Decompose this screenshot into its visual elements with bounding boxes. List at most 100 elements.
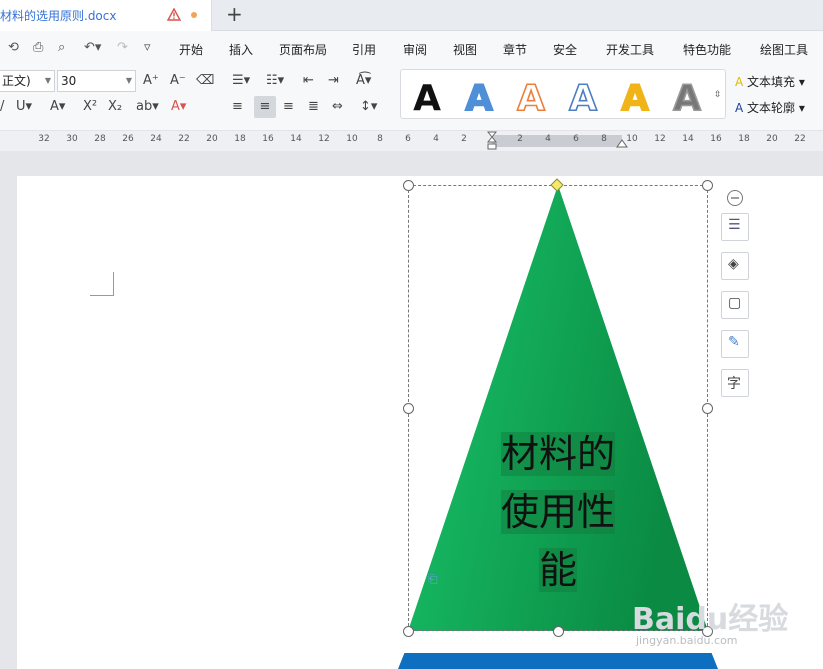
menu-view[interactable]: 视图 bbox=[453, 41, 477, 58]
chevron-down-icon: ▼ bbox=[125, 76, 132, 85]
word-art-style-1[interactable]: A bbox=[413, 78, 441, 119]
menu-drawing-tools[interactable]: 绘图工具 bbox=[760, 41, 808, 58]
ruler-tick-label: 8 bbox=[601, 134, 607, 144]
text-tools-button[interactable]: 字 bbox=[721, 369, 749, 397]
collapse-icon[interactable] bbox=[726, 189, 744, 207]
font-color-icon[interactable]: A▾ bbox=[171, 99, 186, 115]
resize-handle-bottom-left[interactable] bbox=[403, 626, 414, 637]
gallery-expand-icon[interactable]: ⇳ bbox=[714, 87, 722, 103]
text-direction-icon[interactable]: A͡▾ bbox=[356, 73, 371, 89]
align-center-icon[interactable]: ≡ bbox=[254, 96, 276, 118]
indent-marker-icon[interactable] bbox=[486, 131, 498, 151]
ruler-tick-label: 22 bbox=[794, 134, 806, 144]
word-art-style-2[interactable]: A bbox=[464, 77, 494, 120]
ruler-tick-label: 26 bbox=[122, 134, 134, 144]
ruler-tick-label: 16 bbox=[710, 134, 722, 144]
ruler-tick-label: 20 bbox=[206, 134, 218, 144]
justify-icon[interactable]: ≣ bbox=[308, 99, 319, 115]
resize-handle-right[interactable] bbox=[702, 403, 713, 414]
text-outline-label: 文本轮廓 bbox=[747, 101, 796, 115]
increase-font-size-icon[interactable]: A⁺ bbox=[143, 73, 159, 89]
font-name-select[interactable]: 正文) ▼ bbox=[0, 70, 55, 92]
print-preview-icon[interactable]: ⌕ bbox=[58, 40, 65, 56]
superscript-icon[interactable]: X² bbox=[83, 99, 97, 115]
horizontal-ruler[interactable]: 32 30 28 26 24 22 20 18 16 14 12 10 8 6 4 2 2 4 6 8 10 12 14 16… bbox=[0, 131, 823, 151]
text-outline-icon: A bbox=[735, 101, 744, 115]
numbered-list-icon[interactable]: ☷▾ bbox=[266, 73, 284, 89]
paragraph-corner-mark bbox=[90, 272, 114, 296]
menu-security[interactable]: 安全 bbox=[553, 41, 577, 58]
menu-section[interactable]: 章节 bbox=[503, 41, 527, 58]
warning-icon bbox=[167, 8, 181, 21]
clear-formatting-icon[interactable]: ⌫ bbox=[196, 73, 214, 89]
blue-trapezoid-shape[interactable] bbox=[398, 653, 718, 669]
align-right-icon[interactable]: ≡ bbox=[283, 99, 294, 115]
font-name-value: 正文) bbox=[2, 74, 31, 88]
watermark-brand: Baidu经验 bbox=[632, 602, 789, 637]
word-art-style-icons: AAAAAA bbox=[413, 77, 702, 120]
underline-icon[interactable]: U▾ bbox=[16, 99, 32, 115]
ruler-tick-label: 22 bbox=[178, 134, 190, 144]
resize-handle-bottom[interactable] bbox=[553, 626, 564, 637]
align-left-icon[interactable]: ≡ bbox=[232, 99, 243, 115]
ruler-tick-label: 6 bbox=[405, 134, 411, 144]
ruler-tick-label: 30 bbox=[66, 134, 78, 144]
ribbon-home: 正文) ▼ 30 ▼ A⁺ A⁻ ⌫ / U▾ A▾ X² X₂ ab▾ A▾ ☰▾… bbox=[0, 65, 823, 131]
menu-developer[interactable]: 开发工具 bbox=[606, 41, 654, 58]
resize-handle-top-right[interactable] bbox=[702, 180, 713, 191]
outline-icon: ▢ bbox=[728, 295, 742, 311]
tab-bar: 材料的选用原则.docx + bbox=[0, 0, 823, 31]
undo-icon[interactable]: ↶▾ bbox=[84, 40, 101, 56]
highlight-icon[interactable]: ab▾ bbox=[136, 99, 159, 115]
redo-icon[interactable]: ↷ bbox=[117, 40, 128, 56]
shape-outline-button[interactable]: ▢ bbox=[721, 291, 749, 319]
text-fill-icon: A bbox=[735, 75, 744, 89]
ruler-tick-label: 8 bbox=[377, 134, 383, 144]
resize-handle-left[interactable] bbox=[403, 403, 414, 414]
ruler-tick-label: 18 bbox=[738, 134, 750, 144]
menu-page-layout[interactable]: 页面布局 bbox=[279, 41, 327, 58]
menu-review[interactable]: 审阅 bbox=[403, 41, 427, 58]
decrease-font-size-icon[interactable]: A⁻ bbox=[170, 73, 186, 89]
menu-references[interactable]: 引用 bbox=[352, 41, 376, 58]
character-icon: 字 bbox=[727, 376, 741, 392]
ruler-tick-label: 4 bbox=[433, 134, 439, 144]
ruler-tick-label: 4 bbox=[545, 134, 551, 144]
word-art-style-5[interactable]: A bbox=[620, 77, 650, 120]
text-outline-button[interactable]: A 文本轮廓 ▾ bbox=[735, 99, 805, 116]
menu-insert[interactable]: 插入 bbox=[229, 41, 253, 58]
text-fill-button[interactable]: A 文本填充 ▾ bbox=[735, 73, 805, 90]
subscript-icon[interactable]: X₂ bbox=[108, 99, 122, 115]
word-art-style-4[interactable]: A bbox=[568, 77, 598, 120]
redo-format-icon[interactable]: ⟲ bbox=[8, 40, 19, 56]
shape-fill-button[interactable]: ◈ bbox=[721, 252, 749, 280]
resize-handle-top-left[interactable] bbox=[403, 180, 414, 191]
font-size-select[interactable]: 30 ▼ bbox=[57, 70, 136, 92]
document-tab[interactable]: 材料的选用原则.docx bbox=[0, 0, 212, 31]
ruler-tick-label: 2 bbox=[461, 134, 467, 144]
ruler-tick-label: 32 bbox=[38, 134, 50, 144]
selection-frame bbox=[408, 185, 708, 631]
shape-adjust-handle-icon[interactable] bbox=[550, 178, 564, 192]
increase-indent-icon[interactable]: ⇥ bbox=[328, 73, 339, 89]
line-spacing-icon[interactable]: ↕▾ bbox=[360, 99, 377, 115]
distributed-icon[interactable]: ⇔ bbox=[332, 99, 343, 115]
strikethrough-icon[interactable]: A▾ bbox=[50, 99, 65, 115]
menu-bar: ⟲ ⎙ ⌕ ↶▾ ↷ ▿ 开始 插入 页面布局 引用 审阅 视图 章节 安全 开… bbox=[0, 31, 823, 65]
ruler-tick-label: 6 bbox=[573, 134, 579, 144]
italic-icon[interactable]: / bbox=[0, 99, 4, 115]
word-art-style-3[interactable]: A bbox=[516, 77, 546, 120]
ruler-tick-label: 14 bbox=[290, 134, 302, 144]
right-indent-marker-icon[interactable] bbox=[616, 137, 628, 149]
print-icon[interactable]: ⎙ bbox=[33, 40, 43, 56]
decrease-indent-icon[interactable]: ⇤ bbox=[303, 73, 314, 89]
bullet-list-icon[interactable]: ☰▾ bbox=[232, 73, 250, 89]
new-tab-icon[interactable]: + bbox=[226, 4, 243, 24]
layout-options-button[interactable]: ☰ bbox=[721, 213, 749, 241]
menu-home[interactable]: 开始 bbox=[179, 41, 203, 58]
customize-quick-access-icon[interactable]: ▿ bbox=[144, 40, 151, 56]
menu-special-features[interactable]: 特色功能 bbox=[683, 41, 731, 58]
paint-bucket-icon: ◈ bbox=[728, 256, 739, 272]
word-art-style-6[interactable]: A bbox=[672, 77, 702, 120]
format-painter-button[interactable]: ✎ bbox=[721, 330, 749, 358]
